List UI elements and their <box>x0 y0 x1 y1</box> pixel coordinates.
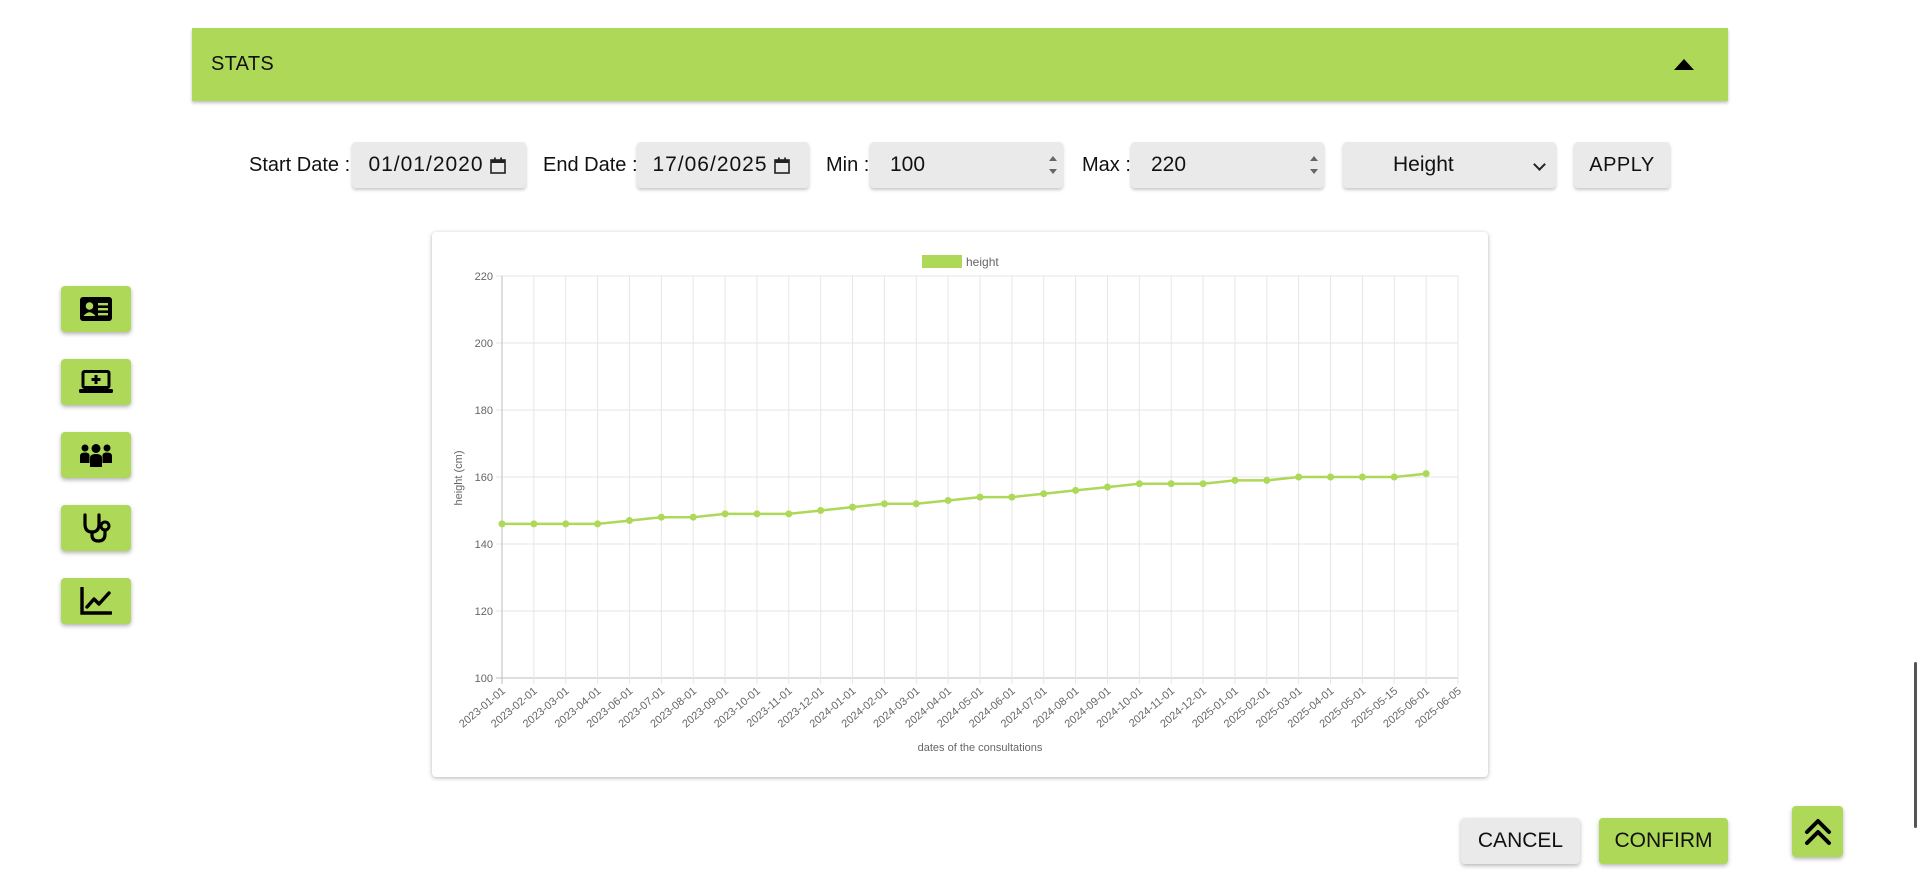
laptop-medical-icon <box>79 370 113 393</box>
start-date-value: 01/01/2020 <box>368 153 484 176</box>
legend-label[interactable]: height <box>966 255 999 269</box>
y-tick-label: 220 <box>475 271 493 283</box>
y-tick-label: 160 <box>475 472 493 484</box>
max-stepper[interactable] <box>1310 156 1318 174</box>
chart-card: 100 120 140 160 180 200 220 2023-01-01 2023-02-… <box>432 232 1488 777</box>
chevron-down-icon <box>1533 158 1546 171</box>
data-point[interactable] <box>1390 473 1398 481</box>
data-point[interactable] <box>849 503 857 511</box>
data-point[interactable] <box>753 510 761 518</box>
data-point[interactable] <box>1135 480 1143 488</box>
data-point[interactable] <box>1295 473 1303 481</box>
end-date-value: 17/06/2025 <box>652 153 768 176</box>
series-line-height <box>502 472 1427 526</box>
data-point[interactable] <box>689 513 697 521</box>
nav-chart-line-button[interactable] <box>61 578 131 624</box>
nav-people-group-button[interactable] <box>61 432 131 478</box>
height-line-chart: 100 120 140 160 180 200 220 2023-01-012023-02-… <box>453 255 1464 754</box>
data-point[interactable] <box>657 513 665 521</box>
data-point[interactable] <box>1103 483 1111 491</box>
data-point[interactable] <box>625 517 633 525</box>
nav-stethoscope-button[interactable] <box>61 505 131 551</box>
data-point[interactable] <box>1231 476 1239 484</box>
confirm-button[interactable]: CONFIRM <box>1599 818 1728 864</box>
nav-laptop-medical-button[interactable] <box>61 359 131 405</box>
metric-selected-value: Height <box>1393 153 1454 176</box>
data-point[interactable] <box>912 500 920 508</box>
y-tick-label: 100 <box>475 673 493 685</box>
min-input[interactable]: 100 <box>870 142 1063 188</box>
max-value: 220 <box>1151 153 1187 176</box>
data-point[interactable] <box>594 520 602 528</box>
data-point[interactable] <box>817 507 825 514</box>
legend-swatch[interactable] <box>922 255 962 268</box>
data-point[interactable] <box>1199 480 1207 488</box>
end-date-label: End Date : <box>543 154 638 176</box>
data-point[interactable] <box>1327 473 1335 481</box>
y-tick-label: 180 <box>475 405 493 417</box>
data-point[interactable] <box>1040 490 1048 498</box>
data-point[interactable] <box>562 520 570 528</box>
max-label: Max : <box>1082 154 1131 176</box>
page-scrollbar-thumb[interactable] <box>1914 662 1917 828</box>
data-point[interactable] <box>944 496 952 504</box>
y-axis-ticks: 100 120 140 160 180 200 220 <box>475 271 493 685</box>
data-point[interactable] <box>1358 473 1366 481</box>
start-date-input[interactable]: 01/01/2020 <box>352 142 526 188</box>
x-axis-ticks: 2023-01-012023-02-012023-03-012023-04-01… <box>457 685 1464 730</box>
data-point[interactable] <box>785 510 793 518</box>
data-point[interactable] <box>1167 480 1175 488</box>
y-tick-label: 140 <box>475 539 493 551</box>
min-label: Min : <box>826 154 870 176</box>
double-chevron-up-icon <box>1804 818 1831 845</box>
min-value: 100 <box>890 153 926 176</box>
data-point[interactable] <box>1072 486 1080 494</box>
data-point[interactable] <box>880 500 888 508</box>
data-point[interactable] <box>721 510 729 518</box>
people-group-icon <box>80 444 112 467</box>
data-point[interactable] <box>1422 470 1430 478</box>
apply-button[interactable]: APPLY <box>1574 142 1670 188</box>
stats-title: STATS <box>211 53 274 75</box>
data-point[interactable] <box>498 520 506 528</box>
chart-line-icon <box>80 587 112 615</box>
metric-select[interactable]: Height <box>1343 142 1556 188</box>
min-stepper[interactable] <box>1049 156 1057 174</box>
y-tick-label: 120 <box>475 606 493 618</box>
data-point[interactable] <box>530 520 538 528</box>
chart-grid <box>496 275 1459 684</box>
stats-section-header[interactable]: STATS <box>192 28 1728 101</box>
stethoscope-icon <box>83 513 111 543</box>
x-axis-label: dates of the consultations <box>918 742 1043 754</box>
nav-id-card-button[interactable] <box>61 286 131 332</box>
end-date-input[interactable]: 17/06/2025 <box>637 142 809 188</box>
calendar-icon[interactable] <box>773 157 790 174</box>
cancel-button[interactable]: CANCEL <box>1461 818 1580 864</box>
filter-bar: Start Date : 01/01/2020 End Date : 17/06… <box>0 140 1920 190</box>
start-date-label: Start Date : <box>249 154 351 176</box>
max-input[interactable]: 220 <box>1131 142 1324 188</box>
data-point[interactable] <box>976 493 984 501</box>
calendar-icon[interactable] <box>489 157 506 174</box>
y-tick-label: 200 <box>475 338 493 350</box>
data-point[interactable] <box>1263 476 1271 484</box>
scroll-to-top-button[interactable] <box>1792 806 1843 857</box>
y-axis-label: height (cm) <box>453 450 465 505</box>
data-point[interactable] <box>1008 493 1016 501</box>
collapse-caret-icon[interactable] <box>1674 59 1694 70</box>
id-card-icon <box>80 297 112 321</box>
